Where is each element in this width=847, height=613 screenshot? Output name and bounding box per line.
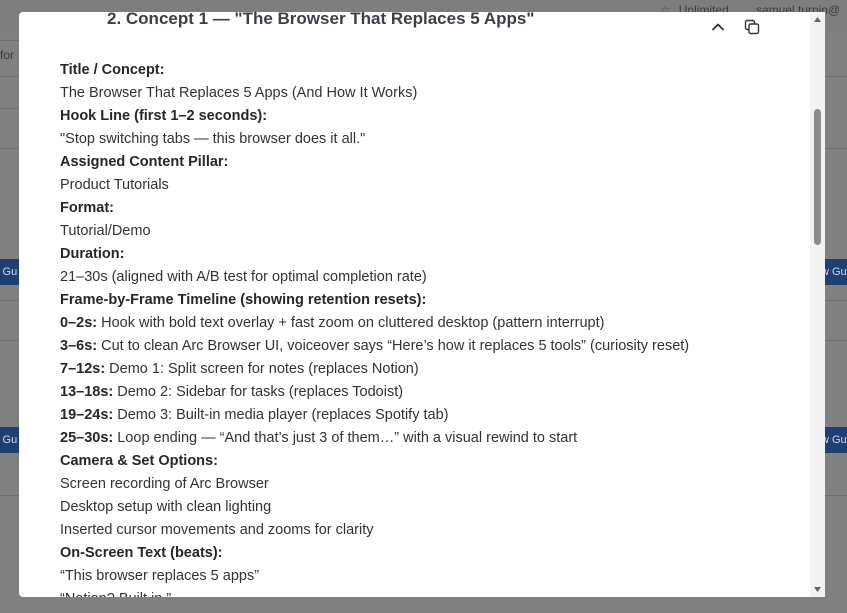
triangle-up-icon xyxy=(814,17,821,22)
timeline-description: Demo 1: Split screen for notes (replaces… xyxy=(105,361,419,377)
timeline-item: 0–2s: Hook with bold text overlay + fast… xyxy=(60,312,800,335)
section-label: Format: xyxy=(60,200,114,216)
timeline-item: 13–18s: Demo 2: Sidebar for tasks (repla… xyxy=(60,381,800,404)
section-label: Duration: xyxy=(60,246,125,262)
timeline-description: Hook with bold text overlay + fast zoom … xyxy=(97,315,605,331)
background-guide-button: y Gu xyxy=(0,259,20,285)
divider xyxy=(0,340,20,341)
timeline-description: Demo 3: Built-in media player (replaces … xyxy=(113,407,449,423)
timeline-item: 25–30s: Loop ending — “And that’s just 3… xyxy=(60,427,800,450)
section-value: Product Tutorials xyxy=(60,177,169,193)
timeline-timestamp: 19–24s: xyxy=(60,407,114,423)
timeline-timestamp: 0–2s: xyxy=(60,315,98,331)
timeline-description: Cut to clean Arc Browser UI, voiceover s… xyxy=(97,338,690,354)
divider xyxy=(823,300,847,301)
scroll-thumb[interactable] xyxy=(814,109,821,245)
section-value: "Stop switching tabs — this browser does… xyxy=(60,131,366,147)
section-label: Assigned Content Pillar: xyxy=(60,154,229,170)
divider xyxy=(0,495,20,496)
divider xyxy=(823,495,847,496)
divider xyxy=(823,76,847,77)
divider xyxy=(0,148,20,149)
section-value: The Browser That Replaces 5 Apps (And Ho… xyxy=(60,85,418,101)
timeline-timestamp: 7–12s: xyxy=(60,361,106,377)
timeline-timestamp: 3–6s: xyxy=(60,338,98,354)
timeline-timestamp: 13–18s: xyxy=(60,384,114,400)
background-guide-button: w Gu xyxy=(823,427,847,453)
triangle-down-icon xyxy=(814,587,821,592)
scrollbar[interactable] xyxy=(810,12,825,597)
scroll-up-button[interactable] xyxy=(813,15,822,24)
timeline-description: Demo 2: Sidebar for tasks (replaces Todo… xyxy=(113,384,404,400)
section-value: “Notion? Built in.” xyxy=(60,588,800,597)
timeline-description: Loop ending — “And that’s just 3 of them… xyxy=(113,430,578,446)
modal-content: Title / Concept: The Browser That Replace… xyxy=(60,59,800,597)
section-label: Title / Concept: xyxy=(60,62,165,78)
background-guide-button: y Gu xyxy=(0,427,20,453)
timeline-item: 19–24s: Demo 3: Built-in media player (r… xyxy=(60,404,800,427)
collapse-button[interactable] xyxy=(709,18,727,36)
timeline-timestamp: 25–30s: xyxy=(60,430,114,446)
divider xyxy=(0,108,20,109)
copy-icon xyxy=(744,19,760,35)
copy-button[interactable] xyxy=(743,18,761,36)
section-label: Camera & Set Options: xyxy=(60,453,218,469)
divider xyxy=(823,148,847,149)
scroll-down-button[interactable] xyxy=(813,585,822,594)
section-value: “This browser replaces 5 apps” xyxy=(60,568,260,584)
background-guide-button: w Gu xyxy=(823,259,847,285)
section-value: 21–30s (aligned with A/B test for optima… xyxy=(60,269,427,285)
section-value: Inserted cursor movements and zooms for … xyxy=(60,522,374,538)
section-value: Desktop setup with clean lighting xyxy=(60,499,272,515)
section-value: Screen recording of Arc Browser xyxy=(60,476,269,492)
chevron-up-icon xyxy=(712,23,724,31)
section-label: Hook Line (first 1–2 seconds): xyxy=(60,108,268,124)
divider xyxy=(0,40,20,41)
concept-modal: 2. Concept 1 — "The Browser That Replace… xyxy=(19,12,825,597)
timeline-item: 7–12s: Demo 1: Split screen for notes (r… xyxy=(60,358,800,381)
section-value: Tutorial/Demo xyxy=(60,223,151,239)
divider xyxy=(0,300,20,301)
background-side-label: for xyxy=(0,48,15,62)
divider xyxy=(823,340,847,341)
section-label: Frame-by-Frame Timeline (showing retenti… xyxy=(60,292,427,308)
section-label: On-Screen Text (beats): xyxy=(60,545,223,561)
divider xyxy=(0,76,20,77)
modal-heading: 2. Concept 1 — "The Browser That Replace… xyxy=(107,12,535,28)
timeline-item: 3–6s: Cut to clean Arc Browser UI, voice… xyxy=(60,335,800,358)
